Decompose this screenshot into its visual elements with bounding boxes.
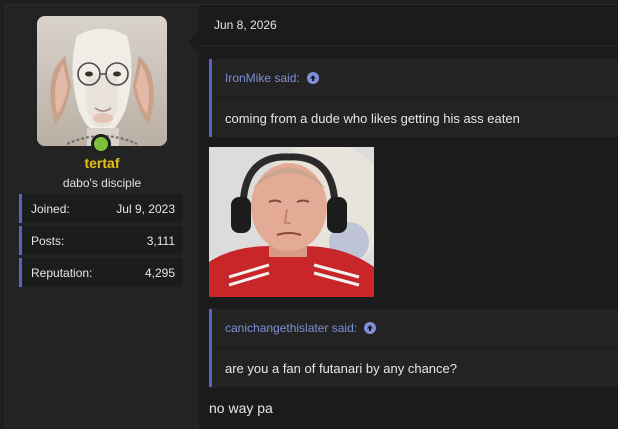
reply-text: no way pa	[209, 400, 273, 416]
quote-text: coming from a dude who likes getting his…	[225, 111, 520, 126]
goat-avatar-image	[37, 16, 167, 146]
stat-value: 4,295	[144, 266, 175, 280]
stat-label: Joined:	[31, 202, 70, 216]
username-link[interactable]: tertaf	[6, 155, 198, 171]
quote-block: IronMike said: coming from a dude who li…	[209, 59, 618, 137]
stat-value: 3,111	[146, 234, 175, 248]
message-body: Jun 8, 2026 IronMike said: coming from a…	[199, 5, 618, 429]
stat-joined: Joined: Jul 9, 2023	[19, 194, 183, 223]
quote-block: canichangethislater said: are you a fan …	[209, 309, 618, 387]
stat-label: Reputation:	[31, 266, 93, 280]
post-container: tertaf dabo's disciple Joined: Jul 9, 20…	[5, 4, 618, 429]
quote-header[interactable]: canichangethislater said:	[225, 321, 377, 335]
reaction-gif[interactable]	[209, 147, 374, 297]
stat-reputation: Reputation: 4,295	[19, 258, 183, 287]
user-title: dabo's disciple	[62, 176, 142, 190]
reaction-gif-image	[209, 147, 374, 297]
quote-header[interactable]: IronMike said:	[225, 71, 319, 85]
message-arrow	[188, 31, 199, 53]
quote-separator	[212, 97, 618, 98]
quote-separator	[212, 347, 618, 348]
stat-label: Posts:	[31, 234, 65, 248]
avatar[interactable]	[37, 16, 167, 146]
quote-text: are you a fan of futanari by any chance?	[225, 361, 457, 376]
stat-value: Jul 9, 2023	[116, 202, 175, 216]
quote-author[interactable]: canichangethislater said:	[225, 321, 357, 335]
post-date[interactable]: Jun 8, 2026	[214, 18, 277, 32]
stat-posts: Posts: 3,111	[19, 226, 183, 255]
online-status-indicator	[91, 134, 111, 154]
divider	[199, 45, 618, 46]
quote-author[interactable]: IronMike said:	[225, 71, 300, 85]
arrow-up-circle-icon[interactable]	[306, 72, 319, 84]
user-info-panel: tertaf dabo's disciple Joined: Jul 9, 20…	[6, 5, 191, 429]
arrow-up-circle-icon[interactable]	[364, 322, 377, 334]
